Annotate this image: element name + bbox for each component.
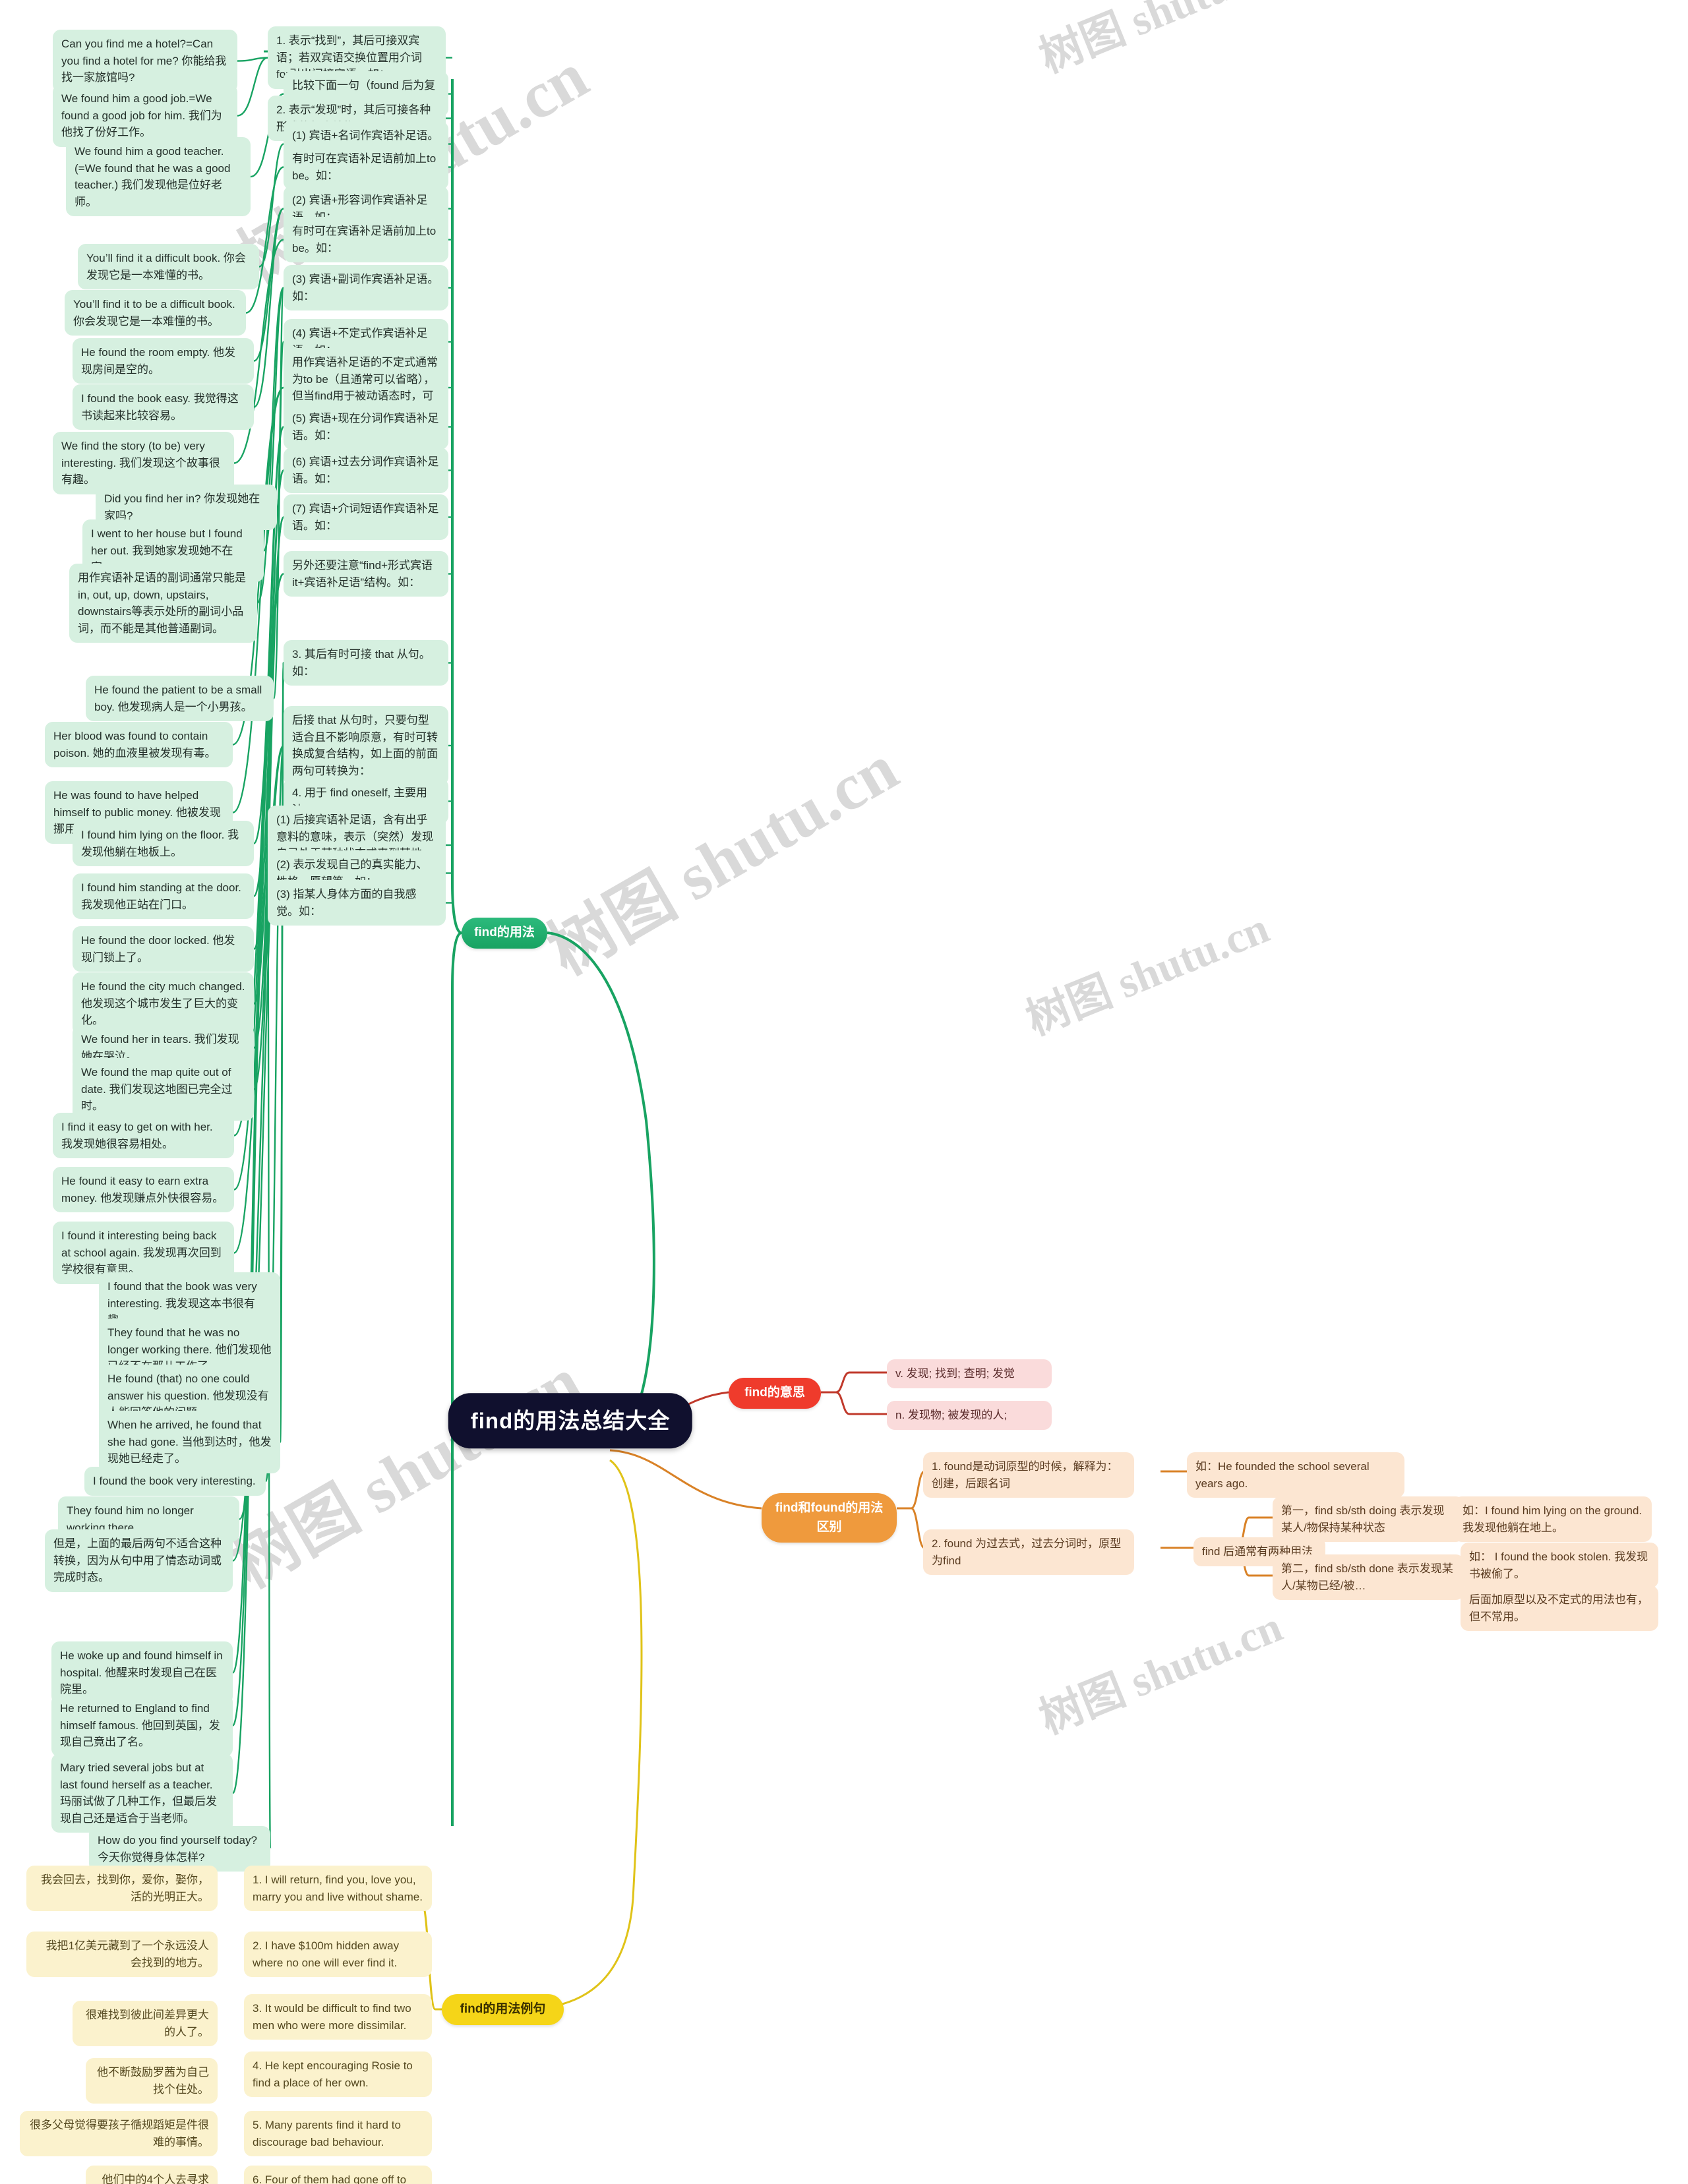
leaf-node[interactable]: He found the patient to be a small boy. … [86, 676, 274, 721]
example-en-6[interactable]: 6. Four of them had gone off to find hel… [244, 2166, 432, 2184]
example-zh-3[interactable]: 很难找到彼此间差异更大的人了。 [73, 2001, 218, 2046]
diff-item-1[interactable]: 1. found是动词原型的时候，解释为：创建，后跟名词 [923, 1452, 1134, 1498]
leaf-node[interactable]: I found him lying on the floor. 我发现他躺在地板… [73, 821, 254, 866]
example-zh-2[interactable]: 我把1亿美元藏到了一个永远没人会找到的地方。 [26, 1932, 218, 1977]
watermark: 树图 shutu.cn [1019, 904, 1276, 1045]
leaf-node[interactable]: We found the map quite out of date. 我们发现… [73, 1058, 254, 1121]
branch-node-diff[interactable]: find和found的用法区别 [762, 1493, 897, 1543]
mid-node-usage-11[interactable]: (6) 宾语+过去分词作宾语补足语。如： [284, 448, 448, 493]
mid-node-usage-12[interactable]: (7) 宾语+介词短语作宾语补足语。如： [284, 494, 448, 540]
mid-node-usage-4[interactable]: 有时可在宾语补足语前加上to be。如： [284, 144, 448, 190]
leaf-node[interactable]: He found the room empty. 他发现房间是空的。 [73, 338, 254, 384]
diff-item-1-example[interactable]: 如：He founded the school several years ag… [1187, 1452, 1404, 1498]
mid-node-usage-19[interactable]: (3) 指某人身体方面的自我感觉。如： [268, 880, 446, 926]
example-en-5[interactable]: 5. Many parents find it hard to discoura… [244, 2111, 432, 2156]
leaf-node[interactable]: You’ll find it to be a difficult book. 你… [65, 290, 246, 336]
diff-item-2[interactable]: 2. found 为过去式，过去分词时，原型为find [923, 1529, 1134, 1575]
example-en-2[interactable]: 2. I have $100m hidden away where no one… [244, 1932, 432, 1977]
branch-node-meaning[interactable]: find的意思 [729, 1378, 821, 1409]
diff-usage-second-note[interactable]: 后面加原型以及不定式的用法也有，但不常用。 [1461, 1585, 1658, 1631]
leaf-node[interactable]: Can you find me a hotel?=Can you find a … [53, 30, 237, 92]
watermark: 树图 shutu.cn [536, 730, 910, 989]
branch-node-usage[interactable]: find的用法 [462, 918, 547, 949]
diff-usage-first[interactable]: 第一，find sb/sth doing 表示发现某人/物保持某种状态 [1273, 1496, 1464, 1542]
leaf-node[interactable]: He found the door locked. 他发现门锁上了。 [73, 926, 254, 972]
leaf-node[interactable]: You’ll find it a difficult book. 你会发现它是一… [78, 244, 259, 289]
mid-node-usage-7[interactable]: (3) 宾语+副词作宾语补足语。如： [284, 265, 448, 310]
leaf-node[interactable]: When he arrived, he found that she had g… [99, 1411, 280, 1473]
leaf-node[interactable]: Her blood was found to contain poison. 她… [45, 722, 233, 767]
diff-usage-first-example[interactable]: 如：I found him lying on the ground. 我发现他躺… [1454, 1496, 1652, 1542]
leaf-node[interactable]: I found the book very interesting. [84, 1467, 266, 1496]
leaf-node[interactable]: I found the book easy. 我觉得这书读起来比较容易。 [73, 384, 254, 430]
example-zh-6[interactable]: 他们中的4个人去寻求帮助了。 [86, 2166, 218, 2184]
mid-node-usage-15[interactable]: 后接 that 从句时，只要句型适合且不影响原意，有时可转换成复合结构，如上面的… [284, 706, 448, 785]
mid-node-usage-6[interactable]: 有时可在宾语补足语前加上to be。如： [284, 217, 448, 262]
watermark: 树图 shutu.cn [1033, 1603, 1289, 1744]
leaf-node[interactable]: 但是，上面的最后两句不适合这种转换，因为从句中用了情态动词或完成时态。 [45, 1529, 233, 1592]
diff-usage-second-example[interactable]: 如： I found the book stolen. 我发现书被偷了。 [1461, 1543, 1658, 1588]
example-zh-4[interactable]: 他不断鼓励罗茜为自己找个住处。 [86, 2058, 218, 2104]
leaf-node[interactable]: I found him standing at the door. 我发现他正站… [73, 873, 254, 919]
leaf-node[interactable]: I find it easy to get on with her. 我发现她很… [53, 1113, 234, 1158]
watermark: 树图 shutu.cn [1033, 0, 1289, 82]
example-zh-1[interactable]: 我会回去，找到你，爱你，娶你，活的光明正大。 [26, 1866, 218, 1911]
mid-node-usage-10[interactable]: (5) 宾语+现在分词作宾语补足语。如： [284, 404, 448, 450]
example-en-1[interactable]: 1. I will return, find you, love you, ma… [244, 1866, 432, 1911]
leaf-node-meaning-v[interactable]: v. 发现; 找到; 查明; 发觉 [887, 1359, 1052, 1388]
leaf-node[interactable]: We found him a good teacher. (=We found … [66, 137, 251, 216]
diff-usage-second[interactable]: 第二，find sb/sth done 表示发现某人/某物已经/被… [1273, 1554, 1464, 1600]
example-zh-5[interactable]: 很多父母觉得要孩子循规蹈矩是件很难的事情。 [20, 2111, 218, 2156]
leaf-node[interactable]: He returned to England to find himself f… [51, 1694, 233, 1757]
leaf-node[interactable]: Mary tried several jobs but at last foun… [51, 1754, 233, 1833]
example-en-3[interactable]: 3. It would be difficult to find two men… [244, 1994, 432, 2040]
leaf-node[interactable]: How do you find yourself today? 今天你觉得身体怎… [89, 1826, 270, 1872]
leaf-node[interactable]: He found it easy to earn extra money. 他发… [53, 1167, 234, 1212]
branch-node-examples[interactable]: find的用法例句 [442, 1994, 564, 2025]
mindmap-canvas: 树图 shutu.cn 树图 shutu.cn 树图 shutu.cn 树图 s… [0, 0, 1688, 2184]
leaf-node[interactable]: 用作宾语补足语的副词通常只能是in, out, up, down, upstai… [69, 564, 257, 643]
mid-node-usage-13[interactable]: 另外还要注意“find+形式宾语it+宾语补足语”结构。如： [284, 551, 448, 597]
leaf-node-meaning-n[interactable]: n. 发现物; 被发现的人; [887, 1401, 1052, 1430]
example-en-4[interactable]: 4. He kept encouraging Rosie to find a p… [244, 2051, 432, 2097]
mid-node-usage-14[interactable]: 3. 其后有时可接 that 从句。如： [284, 640, 448, 686]
root-node[interactable]: find的用法总结大全 [448, 1393, 693, 1448]
